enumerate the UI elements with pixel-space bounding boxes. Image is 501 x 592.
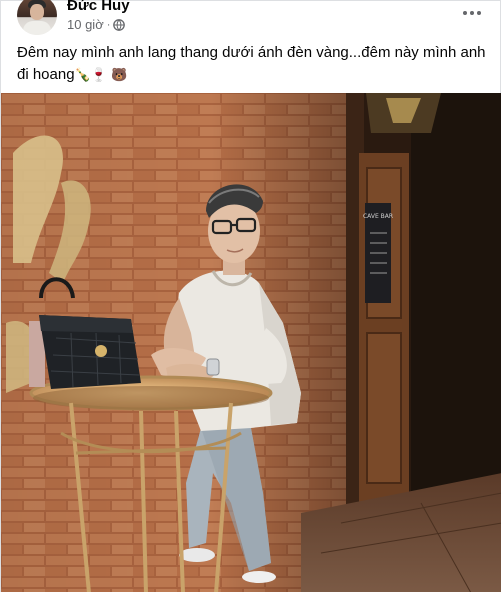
- post-caption: Đêm nay mình anh lang thang dưới ánh đèn…: [17, 42, 489, 87]
- post-header: Đức Huy 10 giờ ·: [1, 0, 501, 41]
- more-dot: [477, 11, 481, 15]
- more-dot: [463, 11, 467, 15]
- avatar-face: [30, 4, 44, 20]
- more-dot: [470, 11, 474, 15]
- post-timestamp[interactable]: 10 giờ: [67, 17, 104, 32]
- author-avatar[interactable]: [17, 0, 57, 35]
- door-sign-text: CAVE BAR: [363, 213, 393, 220]
- facebook-post: Đức Huy 10 giờ · Đêm nay mình anh lang t…: [0, 0, 501, 592]
- post-meta: 10 giờ ·: [67, 17, 126, 32]
- caption-emojis: 🍾🍷 🐻: [74, 68, 128, 83]
- avatar-shirt: [23, 21, 51, 35]
- photo-scene: CAVE BAR: [1, 93, 501, 592]
- more-options-icon[interactable]: [460, 5, 484, 21]
- author-name[interactable]: Đức Huy: [67, 0, 130, 14]
- meta-separator: ·: [106, 18, 111, 31]
- door-panel-lower: [366, 332, 402, 484]
- globe-icon[interactable]: [113, 18, 126, 31]
- post-photo[interactable]: CAVE BAR: [1, 93, 501, 592]
